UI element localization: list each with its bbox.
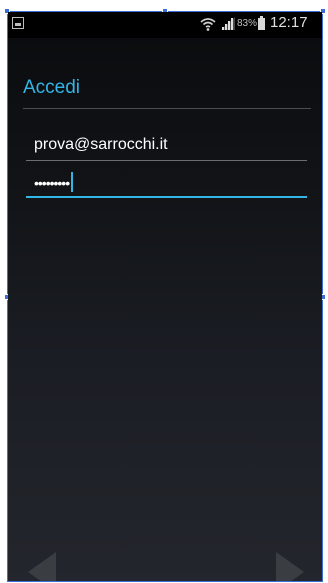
- title-divider: [23, 108, 311, 109]
- text-cursor: [71, 172, 74, 192]
- page-title: Accedi: [23, 77, 81, 98]
- battery-percentage: 83%: [237, 18, 258, 29]
- email-value: prova@sarrocchi.it: [34, 136, 168, 153]
- email-field[interactable]: prova@sarrocchi.it: [26, 132, 307, 161]
- password-value: •••••••••: [34, 172, 74, 192]
- previous-button[interactable]: [26, 550, 58, 581]
- password-dots: •••••••••: [34, 175, 70, 191]
- gallery-notification-icon: [12, 17, 24, 29]
- chevron-right-icon: [276, 552, 304, 581]
- phone-screen: 83% 12:17 Accedi prova@sarrocchi.it ••••…: [8, 12, 322, 581]
- battery-icon: [258, 16, 265, 30]
- chevron-left-icon: [28, 552, 56, 581]
- status-bar: 83% 12:17: [8, 12, 322, 38]
- wifi-icon: [200, 18, 216, 31]
- password-field[interactable]: •••••••••: [26, 168, 307, 198]
- signal-icon: [221, 17, 235, 30]
- next-button[interactable]: [274, 550, 306, 581]
- status-clock: 12:17: [270, 14, 308, 31]
